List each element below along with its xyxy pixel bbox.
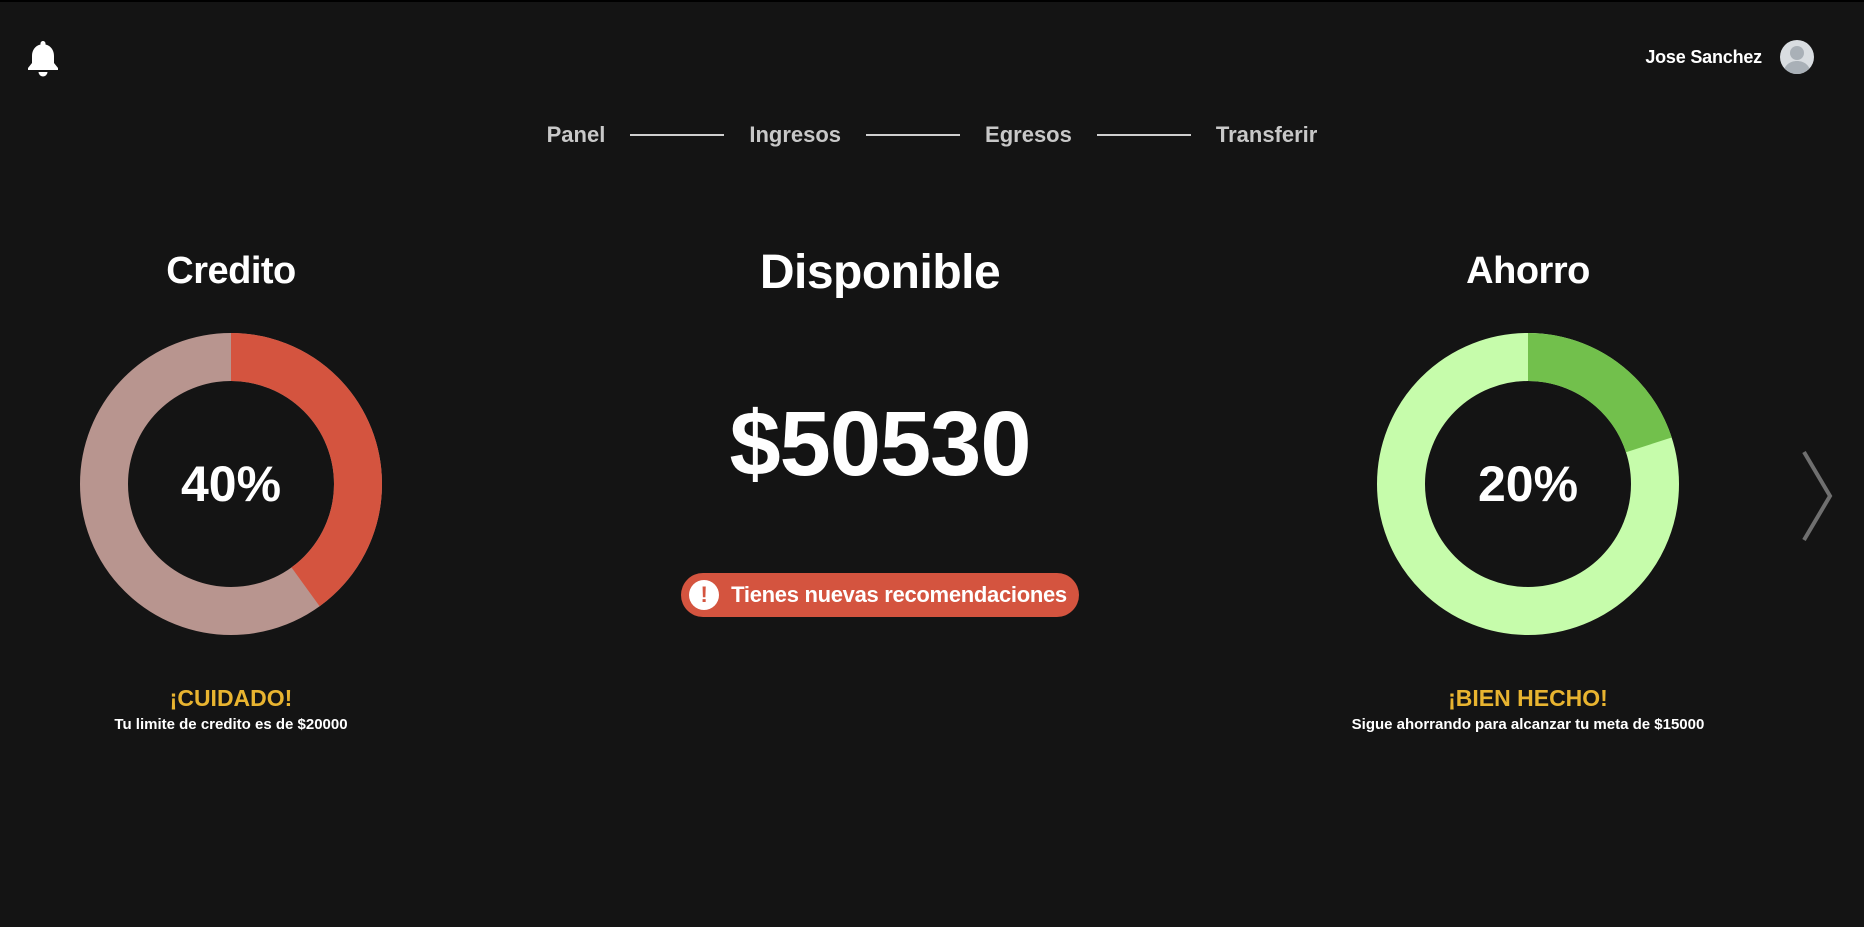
nav-item-ingresos[interactable]: Ingresos — [747, 122, 843, 148]
top-border — [0, 0, 1864, 2]
recommendations-button[interactable]: ! Tienes nuevas recomendaciones — [681, 573, 1079, 617]
ahorro-title: Ahorro — [1466, 250, 1590, 292]
alert-icon: ! — [689, 580, 720, 610]
ahorro-donut: 20% — [1377, 333, 1679, 635]
nav-item-transferir[interactable]: Transferir — [1214, 122, 1320, 148]
user-avatar-icon[interactable] — [1780, 40, 1814, 74]
credito-alert-text: Tu limite de credito es de $20000 — [114, 716, 348, 733]
credito-donut: 40% — [80, 333, 382, 635]
credito-percent: 40% — [180, 456, 282, 512]
credito-title: Credito — [166, 250, 296, 292]
chevron-right-icon[interactable] — [1796, 448, 1836, 544]
bell-icon[interactable] — [24, 38, 62, 78]
disponible-amount: $50530 — [729, 393, 1032, 495]
nav-item-egresos[interactable]: Egresos — [983, 122, 1074, 148]
disponible-title: Disponible — [759, 246, 1001, 299]
ahorro-percent: 20% — [1477, 456, 1579, 512]
nav-item-panel[interactable]: Panel — [545, 122, 608, 148]
ahorro-alert-title: ¡BIEN HECHO! — [1448, 685, 1608, 711]
ahorro-alert-text: Sigue ahorrando para alcanzar tu meta de… — [1351, 716, 1705, 733]
nav-divider — [1096, 134, 1191, 136]
disponible-panel: Disponible $50530 ! Tienes nuevas recome… — [660, 245, 1100, 617]
recommendations-label: Tienes nuevas recomendaciones — [731, 582, 1067, 607]
nav-divider — [630, 134, 725, 136]
user-name: Jose Sanchez — [1645, 46, 1762, 67]
ahorro-panel: Ahorro 20% ¡BIEN HECHO! Sigue ahorrando … — [1352, 250, 1705, 733]
nav-divider — [866, 134, 961, 136]
top-navigation: Panel Ingresos Egresos Transferir — [0, 122, 1864, 148]
credito-alert-title: ¡CUIDADO! — [169, 685, 293, 711]
credito-panel: Credito 40% ¡CUIDADO! Tu limite de credi… — [80, 250, 382, 733]
user-menu[interactable]: Jose Sanchez — [1645, 40, 1814, 74]
